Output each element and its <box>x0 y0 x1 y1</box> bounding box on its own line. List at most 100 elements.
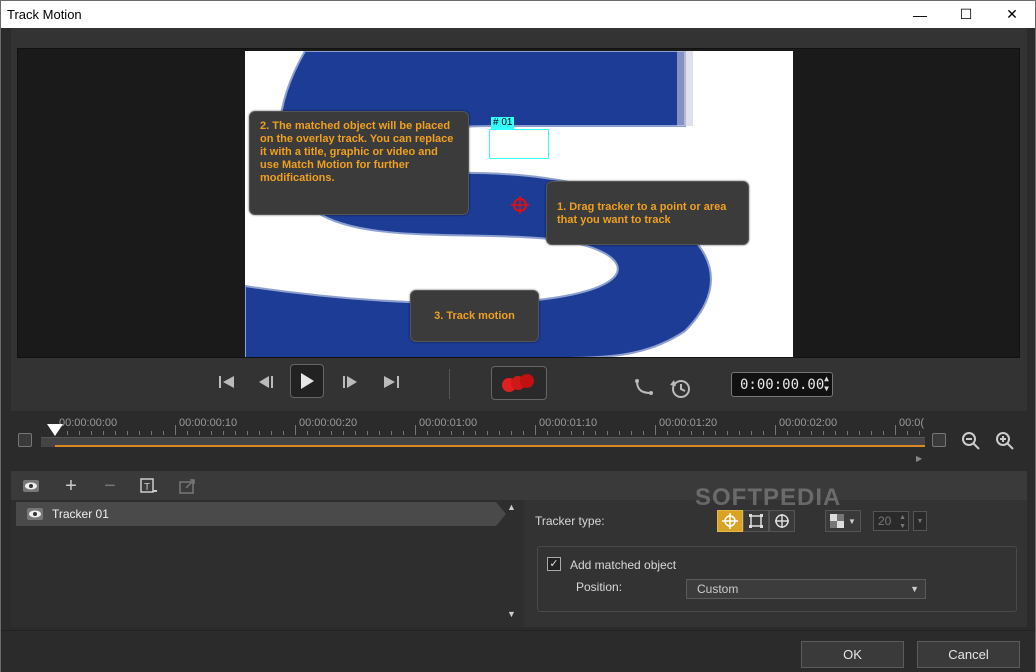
list-item-arrow <box>496 502 506 526</box>
svg-text:T: T <box>144 482 150 493</box>
timecode-stepper-icon[interactable]: ▲ ▼ <box>824 374 829 394</box>
tracker-type-point-button[interactable] <box>717 510 743 532</box>
add-matched-checkbox[interactable]: ✓ <box>547 557 561 571</box>
visibility-eye-icon[interactable] <box>26 507 44 521</box>
reset-button[interactable] <box>668 376 692 400</box>
maximize-button[interactable]: ☐ <box>943 1 989 28</box>
ruler-tick <box>859 431 860 435</box>
match-object-callout-text: 2. The matched object will be placed on … <box>260 120 454 184</box>
ruler-label: 00:00:01:20 <box>659 417 718 429</box>
tracker-type-multipoint-button[interactable] <box>769 510 795 532</box>
playhead-icon <box>47 424 63 436</box>
ruler-tick <box>835 431 836 435</box>
cancel-button[interactable]: Cancel <box>917 641 1020 668</box>
next-frame-button[interactable] <box>339 371 361 393</box>
tracker-toolbar: + − T <box>11 471 1027 500</box>
ruler-label: 00:00:01:10 <box>539 417 598 429</box>
track-motion-button[interactable] <box>491 366 547 400</box>
ruler-tick <box>247 431 248 435</box>
timeline: 00:00:00:00 00:00:00:10 00:00:00:20 00:00:0… <box>11 411 1027 467</box>
ruler-tick <box>523 431 524 435</box>
timeline-start-marker-icon[interactable] <box>18 433 32 447</box>
list-item[interactable]: Tracker 01 <box>16 502 506 526</box>
ruler-tick <box>223 431 224 435</box>
size-stepper-icon[interactable]: ▲ ▼ <box>899 513 906 531</box>
tracker-box[interactable] <box>489 129 549 159</box>
ruler-tick <box>235 431 236 435</box>
position-value: Custom <box>697 582 739 596</box>
ruler-label: 00:00:00:00 <box>59 417 118 429</box>
position-dropdown[interactable]: Custom ▼ <box>686 579 926 599</box>
track-motion-callout-text: 3. Track motion <box>434 310 515 322</box>
ruler-tick <box>919 431 920 435</box>
tracker-type-area-button[interactable] <box>743 510 769 532</box>
ruler-tick <box>703 431 704 435</box>
visibility-eye-icon[interactable] <box>21 476 41 496</box>
list-scroll-up-icon[interactable]: ▲ <box>507 502 516 512</box>
ruler-tick <box>463 431 464 435</box>
ruler-tick <box>763 431 764 435</box>
ruler-label: 00:00:02:00 <box>779 417 838 429</box>
ruler-tick <box>283 431 284 435</box>
ruler-tick <box>895 425 896 435</box>
ruler-tick <box>103 431 104 435</box>
video-frame[interactable]: 2. The matched object will be placed on … <box>245 51 793 357</box>
ruler-tick <box>775 425 776 435</box>
ruler-tick <box>295 425 296 435</box>
tracker-path-button[interactable] <box>633 376 655 398</box>
zoom-out-icon <box>962 432 980 450</box>
size-dropdown-icon[interactable]: ▼ <box>913 511 927 531</box>
export-tracker-icon[interactable] <box>178 476 198 496</box>
ruler-tick <box>259 431 260 435</box>
timeline-end-marker-icon[interactable] <box>932 433 946 447</box>
list-scroll-down-icon[interactable]: ▼ <box>507 609 516 619</box>
window-title: Track Motion <box>7 7 82 22</box>
ruler-tick <box>475 431 476 435</box>
previous-frame-button[interactable] <box>255 371 277 393</box>
close-button[interactable]: ✕ <box>989 1 1035 28</box>
mosaic-button[interactable]: ▼ <box>825 510 861 532</box>
remove-tracker-icon[interactable]: − <box>100 475 120 497</box>
zoom-out-button[interactable] <box>961 431 981 451</box>
ruler-tick <box>487 431 488 435</box>
ruler-tick <box>163 431 164 435</box>
tracker-crosshair-icon[interactable] <box>511 196 529 214</box>
ruler-tick <box>583 431 584 435</box>
scroll-right-icon[interactable]: ▶ <box>916 454 922 463</box>
mosaic-size-field[interactable]: 20 ▲ ▼ <box>873 511 909 531</box>
timecode-field[interactable]: 0:00:00.00 ▲ ▼ <box>731 372 833 397</box>
ruler-tick <box>727 431 728 435</box>
ruler-tick <box>307 431 308 435</box>
play-button[interactable] <box>290 364 324 398</box>
mosaic-icon <box>830 514 845 528</box>
add-tracker-icon[interactable]: + <box>61 475 81 497</box>
ruler-tick <box>655 425 656 435</box>
ruler-label: 00:00:00:20 <box>299 417 358 429</box>
ruler-label: 00:00:01:00 <box>419 417 478 429</box>
title-bar: Track Motion — ☐ ✕ <box>1 1 1035 28</box>
ruler-tick <box>619 431 620 435</box>
ruler-tick <box>67 431 68 435</box>
ruler-tick <box>439 431 440 435</box>
ruler-tick <box>643 431 644 435</box>
ruler-tick <box>91 431 92 435</box>
ruler-tick <box>667 431 668 435</box>
ok-button[interactable]: OK <box>801 641 904 668</box>
ruler-tick <box>559 431 560 435</box>
ruler-tick <box>679 431 680 435</box>
target-icon <box>775 514 789 528</box>
history-icon <box>670 380 690 398</box>
ruler-tick <box>595 431 596 435</box>
go-to-end-button[interactable] <box>380 371 402 393</box>
rename-tracker-icon[interactable]: T <box>139 476 159 496</box>
minimize-button[interactable]: — <box>897 1 943 28</box>
ruler-tick <box>415 425 416 435</box>
go-to-start-button[interactable] <box>216 371 238 393</box>
playhead[interactable] <box>47 423 63 436</box>
ruler-tick <box>151 431 152 435</box>
ruler-tick <box>847 431 848 435</box>
zoom-in-button[interactable] <box>995 431 1015 451</box>
skip-end-icon <box>384 376 399 388</box>
skip-start-icon <box>219 376 234 388</box>
ruler-tick <box>739 431 740 435</box>
